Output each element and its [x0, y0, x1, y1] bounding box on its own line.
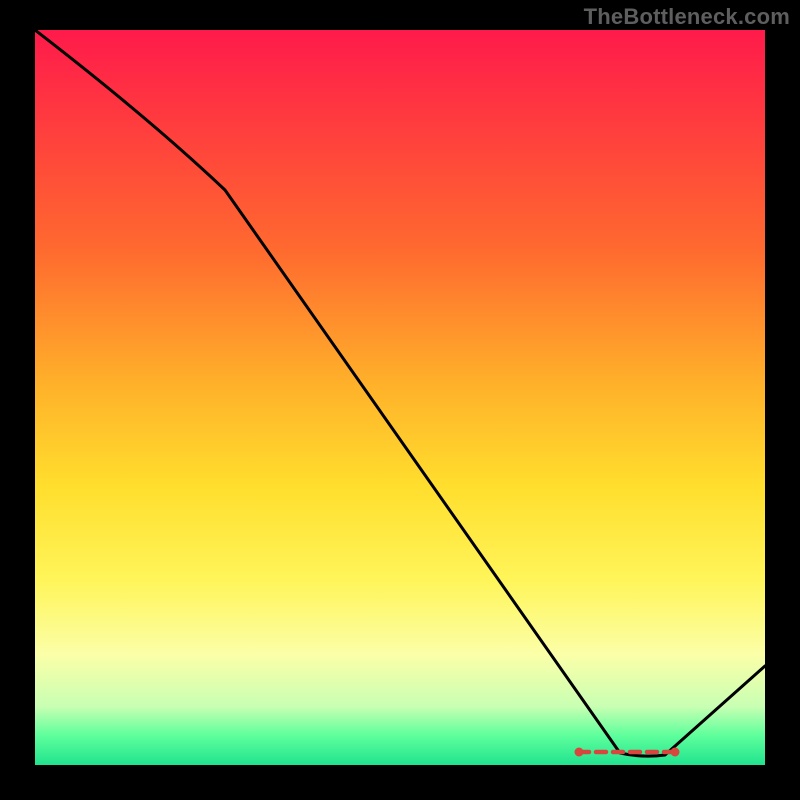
optimal-band-dot-right [671, 748, 680, 757]
optimal-band-dot-left [575, 748, 584, 757]
plot-area [35, 30, 765, 765]
chart-overlay [35, 30, 765, 765]
watermark-text: TheBottleneck.com [584, 4, 790, 30]
bottleneck-curve [35, 30, 765, 756]
chart-frame: TheBottleneck.com [0, 0, 800, 800]
